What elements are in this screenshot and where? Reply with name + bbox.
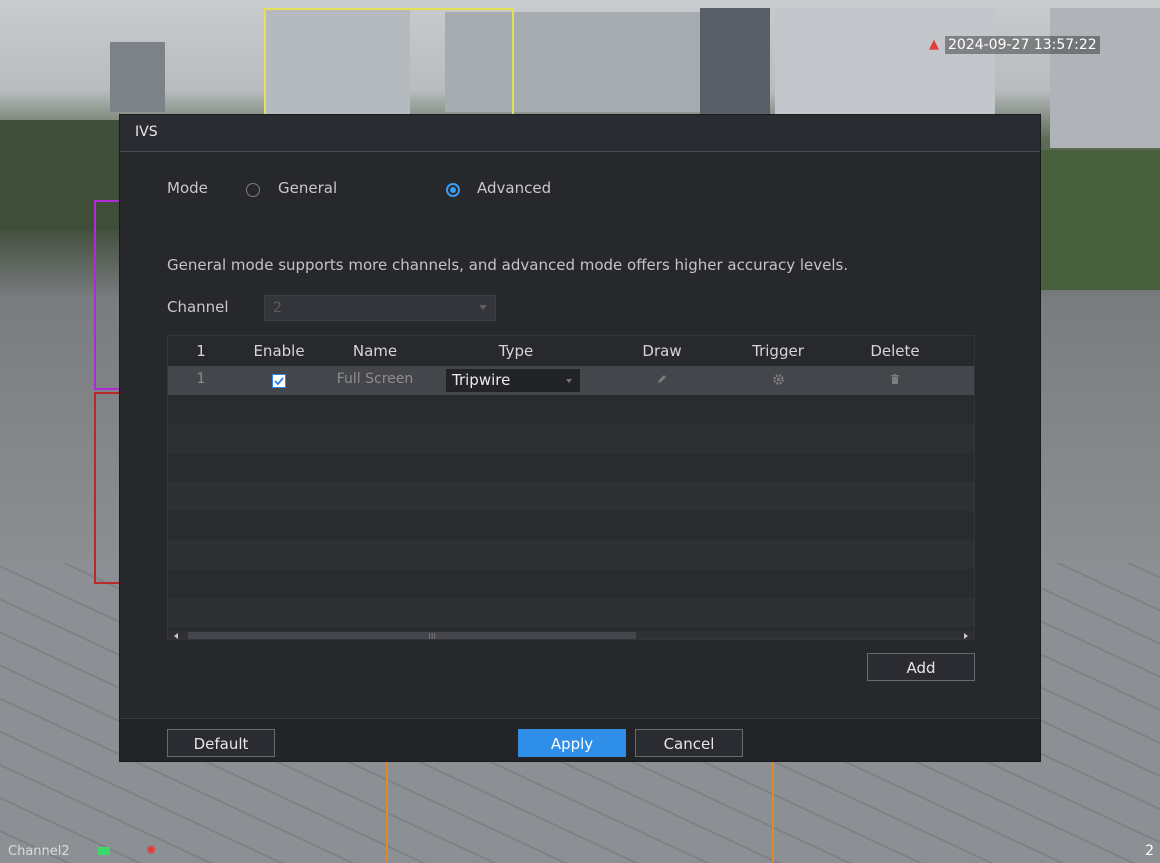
table-row-empty: [168, 424, 974, 453]
detection-box-yellow: [264, 8, 514, 120]
scroll-right-icon[interactable]: [964, 633, 968, 639]
detection-box-red: [94, 392, 122, 584]
rule-type-select[interactable]: Tripwire: [446, 369, 580, 392]
chevron-down-icon: [479, 305, 487, 310]
table-row-empty: [168, 395, 974, 424]
rule-type-value: Tripwire: [452, 371, 511, 389]
detection-box-purple: [94, 200, 122, 390]
default-button[interactable]: Default: [167, 729, 275, 757]
horizontal-scrollbar[interactable]: |||: [168, 631, 974, 640]
mode-description: General mode supports more channels, and…: [167, 256, 849, 274]
osd-timestamp: 2024-09-27 13:57:22: [945, 36, 1100, 54]
trash-icon[interactable]: [888, 373, 902, 387]
table-header: 1 Enable Name Type Draw Trigger Delete: [168, 336, 974, 366]
motion-alarm-icon: ✺: [146, 843, 157, 857]
header-delete: Delete: [870, 342, 920, 360]
dialog-title-bar: IVS: [120, 115, 1040, 152]
osd-channel-label: Channel2: [8, 844, 70, 859]
header-draw: Draw: [642, 342, 682, 360]
alarm-bell-icon: ▲: [929, 37, 939, 52]
channel-select[interactable]: 2: [264, 295, 496, 321]
apply-button[interactable]: Apply: [518, 729, 626, 757]
channel-select-value: 2: [273, 300, 282, 316]
cancel-button[interactable]: Cancel: [635, 729, 743, 757]
mode-advanced-radio[interactable]: [446, 183, 460, 197]
table-row-empty: [168, 482, 974, 511]
header-type: Type: [498, 342, 534, 360]
channel-label: Channel: [167, 298, 229, 316]
table-row-empty: [168, 453, 974, 482]
scroll-left-icon[interactable]: [174, 633, 178, 639]
recording-camera-icon: [98, 847, 110, 855]
table-row-empty: [168, 598, 974, 627]
rule-table: 1 Enable Name Type Draw Trigger Delete 1…: [167, 335, 975, 640]
header-index: 1: [196, 342, 206, 360]
table-row-empty: [168, 540, 974, 569]
grip-icon: |||: [428, 632, 437, 640]
scrollbar-thumb[interactable]: |||: [188, 632, 636, 640]
gear-icon[interactable]: [771, 373, 785, 387]
mode-general-radio[interactable]: [246, 183, 260, 197]
ivs-dialog: IVS Mode General Advanced General mode s…: [120, 115, 1040, 761]
pencil-icon[interactable]: [655, 373, 669, 387]
dialog-body: Mode General Advanced General mode suppo…: [120, 152, 1040, 718]
dialog-title: IVS: [135, 124, 158, 140]
table-row-empty: [168, 511, 974, 540]
header-name: Name: [352, 342, 398, 360]
header-enable: Enable: [253, 342, 305, 360]
add-button[interactable]: Add: [867, 653, 975, 681]
table-row[interactable]: 1 Full Screen Tripwire: [168, 366, 974, 395]
rule-name[interactable]: Full Screen: [337, 371, 414, 387]
table-row-empty: [168, 569, 974, 598]
chevron-down-icon: [566, 379, 572, 383]
dialog-footer: Default Apply Cancel: [120, 718, 1040, 761]
enable-checkbox[interactable]: [272, 374, 286, 388]
mode-label: Mode: [167, 179, 208, 197]
checkmark-icon: [274, 377, 284, 386]
osd-corner-number: 2: [1145, 843, 1154, 859]
header-trigger: Trigger: [752, 342, 804, 360]
mode-general-label[interactable]: General: [278, 179, 337, 197]
mode-advanced-label[interactable]: Advanced: [477, 179, 551, 197]
row-index: 1: [196, 371, 206, 387]
detection-box-orange: [386, 762, 774, 862]
